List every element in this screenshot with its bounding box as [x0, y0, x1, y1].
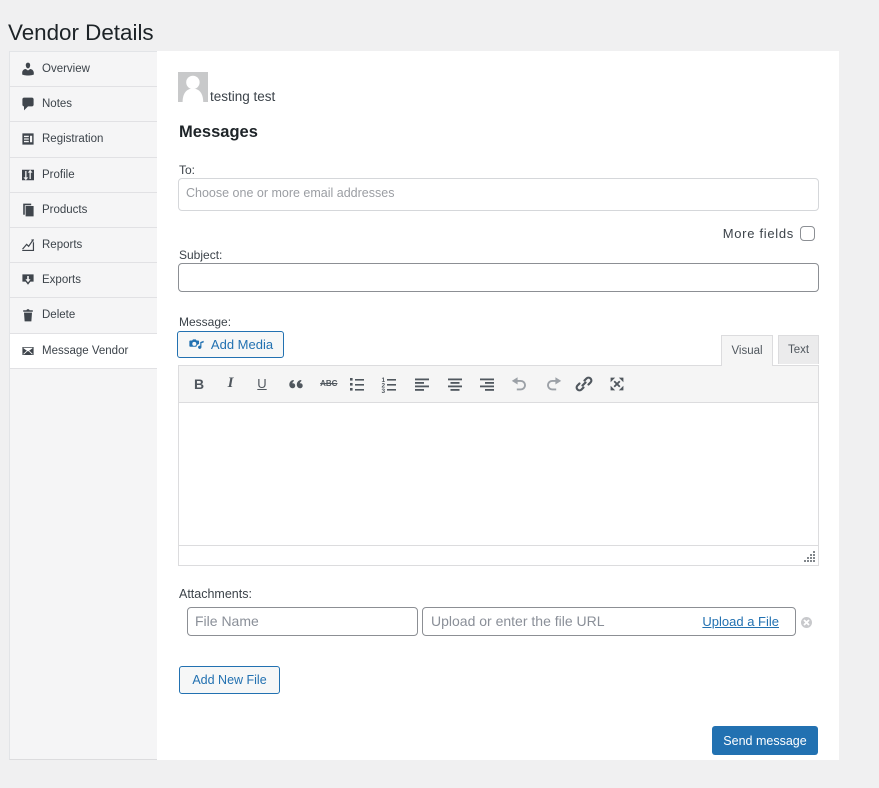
svg-text:3: 3: [381, 388, 385, 393]
